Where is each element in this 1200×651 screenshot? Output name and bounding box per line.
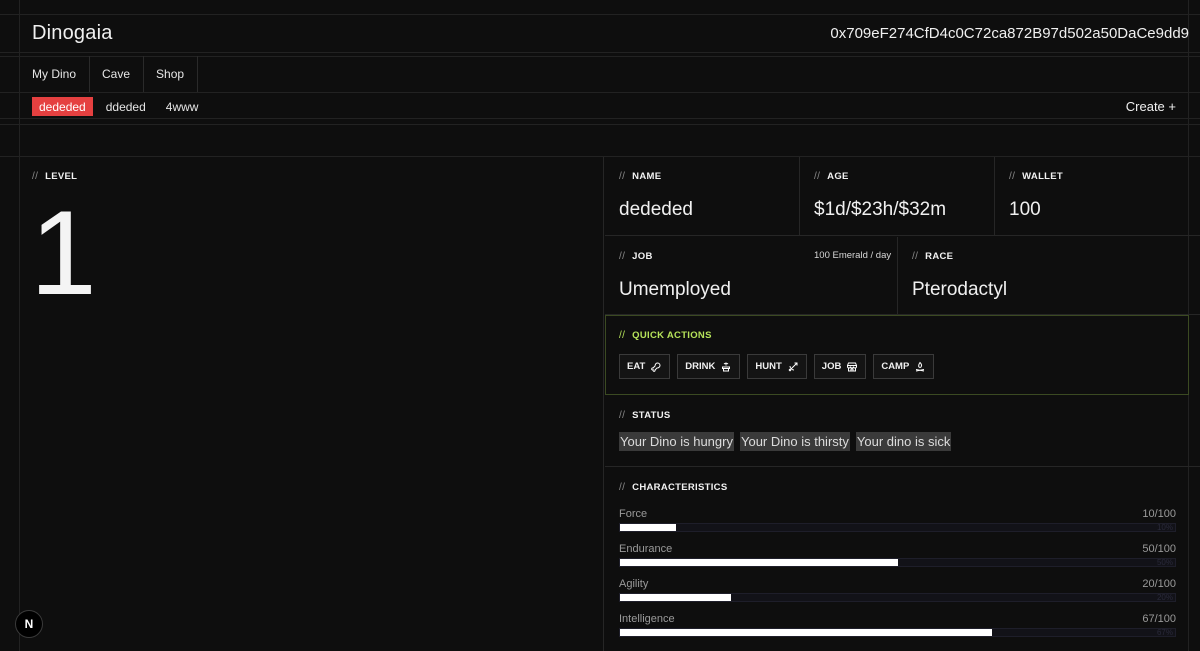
progress-fill — [620, 524, 676, 531]
characteristic-force: Force 10/100 10% — [619, 508, 1176, 532]
characteristic-name: Endurance — [619, 543, 673, 555]
characteristic-score: 50/100 — [1142, 543, 1176, 555]
nav-cave[interactable]: Cave — [90, 56, 145, 92]
quick-actions-label: //QUICK ACTIONS — [619, 330, 712, 341]
progress-bar: 10% — [619, 523, 1176, 532]
wallet-label: //WALLET — [1009, 171, 1064, 182]
job-rate: 100 Emerald / day — [814, 250, 892, 261]
quick-actions-label-text: QUICK ACTIONS — [632, 330, 712, 341]
fountain-icon — [722, 362, 731, 371]
progress-percent: 50% — [1156, 558, 1173, 567]
progress-fill — [620, 559, 898, 566]
drink-button[interactable]: DRINK — [677, 354, 741, 379]
top-bar: Dinogaia 0x709eF274CfD4c0C72ca872B97d502… — [20, 14, 1200, 52]
camp-button-label: CAMP — [881, 361, 910, 372]
badge-label: N — [24, 617, 34, 631]
characteristic-agility: Agility 20/100 20% — [619, 578, 1176, 602]
characteristics-card: //CHARACTERISTICS Force 10/100 10% Endura… — [605, 468, 1200, 651]
characteristic-name: Intelligence — [619, 613, 675, 625]
race-label: //RACE — [912, 251, 954, 262]
dino-tabs: dededed ddeded 4www Create + — [32, 97, 1176, 116]
level-label-text: LEVEL — [45, 171, 78, 182]
eat-button[interactable]: EAT — [619, 354, 671, 379]
progress-bar: 50% — [619, 558, 1176, 567]
store-icon — [847, 362, 858, 371]
job-card: //JOB Umemployed — [605, 237, 898, 315]
status-label-text: STATUS — [632, 410, 671, 421]
status-card: //STATUS Your Dino is hungry Your Dino i… — [605, 396, 1200, 467]
characteristic-score: 10/100 — [1142, 508, 1176, 520]
progress-bar: 20% — [619, 593, 1176, 602]
nextjs-badge[interactable]: N — [15, 610, 43, 638]
divider — [0, 92, 1200, 93]
race-card: //RACE Pterodactyl — [898, 237, 1200, 315]
characteristic-score: 20/100 — [1142, 578, 1176, 590]
job-label: //JOB — [619, 251, 653, 262]
characteristic-intelligence: Intelligence 67/100 67% — [619, 613, 1176, 637]
job-button[interactable]: JOB — [813, 354, 867, 379]
age-label-text: AGE — [827, 171, 849, 182]
eat-button-label: EAT — [627, 361, 646, 372]
camp-button[interactable]: CAMP — [873, 354, 935, 379]
job-button-label: JOB — [821, 361, 842, 372]
race-label-text: RACE — [925, 251, 954, 262]
nav-shop[interactable]: Shop — [144, 56, 199, 92]
level-label: //LEVEL — [32, 171, 78, 182]
progress-fill — [620, 629, 992, 636]
dino-tab-dededed[interactable]: dededed — [32, 97, 93, 116]
dino-tab-ddeded[interactable]: ddeded — [99, 97, 153, 116]
wallet-address[interactable]: 0x709eF274CfD4c0C72ca872B97d502a50DaCe9d… — [830, 25, 1189, 42]
name-label-text: NAME — [632, 171, 662, 182]
status-badge: Your dino is sick — [855, 432, 952, 451]
nav-my-dino[interactable]: My Dino — [20, 56, 91, 92]
drumstick-icon — [651, 361, 661, 372]
hunt-button[interactable]: HUNT — [747, 354, 807, 379]
create-dino-button[interactable]: Create + — [1126, 99, 1176, 114]
campfire-icon — [916, 361, 925, 371]
characteristic-score: 67/100 — [1142, 613, 1176, 625]
name-card: //NAME dededed — [605, 157, 800, 236]
characteristics-label-text: CHARACTERISTICS — [632, 482, 728, 493]
drink-button-label: DRINK — [685, 361, 716, 372]
characteristic-endurance: Endurance 50/100 50% — [619, 543, 1176, 567]
wallet-label-text: WALLET — [1022, 171, 1064, 182]
job-label-text: JOB — [632, 251, 653, 262]
characteristics-label: //CHARACTERISTICS — [619, 482, 728, 493]
wallet-value: 100 — [1009, 199, 1041, 220]
progress-bar: 67% — [619, 628, 1176, 637]
status-badge: Your Dino is thirsty — [739, 432, 850, 451]
level-value: 1 — [30, 186, 97, 320]
dino-tab-4www[interactable]: 4www — [159, 97, 206, 116]
quick-actions-buttons: EAT DRINK HUNT JOB CAMP — [619, 354, 935, 379]
level-card: //LEVEL 1 — [20, 157, 604, 651]
progress-fill — [620, 594, 731, 601]
status-list: Your Dino is hungry Your Dino is thirsty… — [619, 432, 952, 451]
name-value: dededed — [619, 199, 693, 220]
name-label: //NAME — [619, 171, 662, 182]
progress-percent: 20% — [1156, 593, 1173, 602]
progress-percent: 10% — [1156, 523, 1173, 532]
job-value: Umemployed — [619, 279, 731, 300]
divider — [0, 118, 1200, 119]
age-label: //AGE — [814, 171, 849, 182]
characteristic-name: Agility — [619, 578, 649, 590]
wallet-card: //WALLET 100 — [995, 157, 1200, 236]
app-title: Dinogaia — [32, 21, 113, 44]
app-root: Dinogaia 0x709eF274CfD4c0C72ca872B97d502… — [0, 0, 1200, 651]
divider — [0, 52, 1200, 53]
status-label: //STATUS — [619, 410, 671, 421]
characteristic-name: Force — [619, 508, 648, 520]
bow-arrow-icon — [788, 362, 798, 371]
hunt-button-label: HUNT — [755, 361, 782, 372]
quick-actions-card: //QUICK ACTIONS EAT DRINK HUNT JOB CAMP — [605, 315, 1189, 395]
status-badge: Your Dino is hungry — [619, 432, 734, 451]
main-nav: My Dino Cave Shop — [20, 56, 199, 92]
age-card: //AGE $1d/$23h/$32m — [800, 157, 995, 236]
progress-percent: 67% — [1156, 628, 1173, 637]
divider — [0, 124, 1200, 125]
race-value: Pterodactyl — [912, 279, 1008, 300]
age-value: $1d/$23h/$32m — [814, 199, 947, 220]
